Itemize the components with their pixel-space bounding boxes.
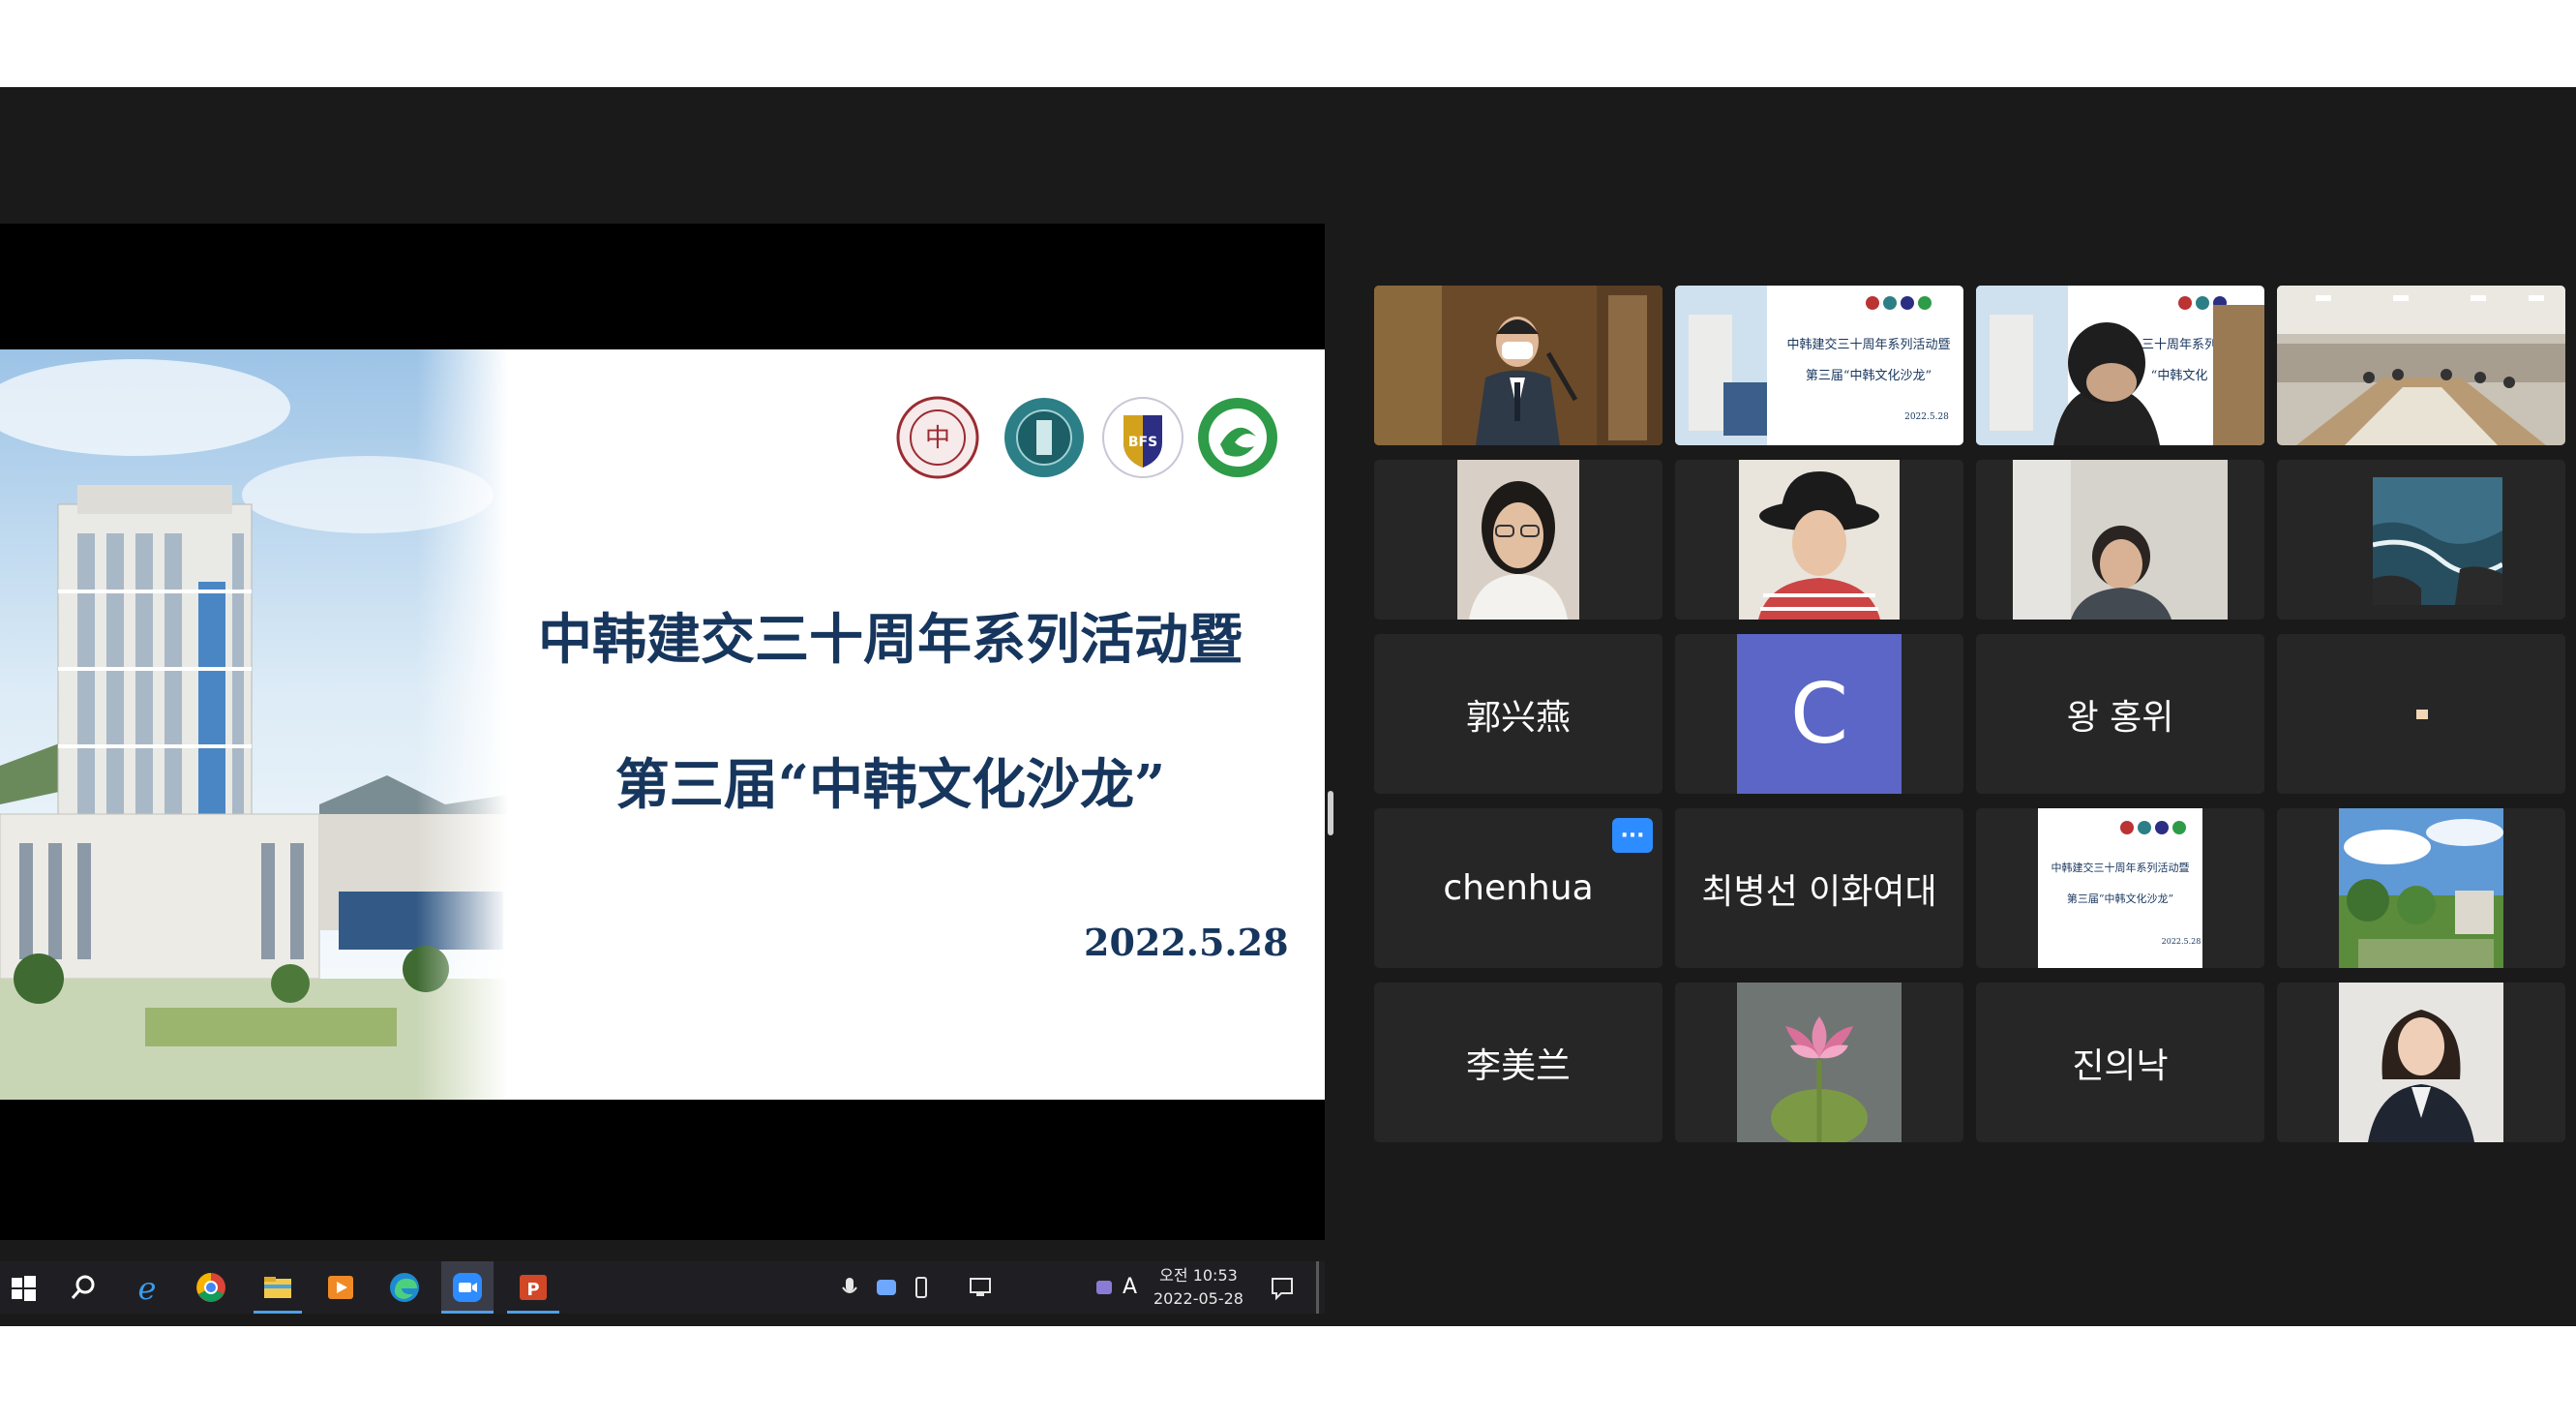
participant-tile[interactable] (2277, 634, 2565, 794)
slide-thumbnail: 中韩建交三十周年系列活动暨 第三届“中韩文化沙龙” 2022.5.28 (1976, 808, 2264, 968)
university-building-photo (0, 349, 508, 1100)
zoom-task[interactable] (441, 1261, 494, 1314)
participant-tile[interactable]: 中韩建交三十周年系列活动暨 第三届“中韩文化沙龙” 2022.5.28 (1976, 808, 2264, 968)
avatar-letter: C (1789, 665, 1849, 763)
more-options-button[interactable]: ··· (1612, 818, 1653, 853)
chrome-icon[interactable] (194, 1270, 228, 1305)
woman-blurred-video (1976, 460, 2264, 620)
campus-picture (2277, 808, 2565, 968)
search-icon[interactable] (66, 1270, 101, 1305)
participant-tile[interactable] (2277, 286, 2565, 445)
participant-name: 진의낙 (2072, 1045, 2169, 1086)
splitter-handle[interactable] (1328, 791, 1333, 835)
slide-share-video: 中韩建交三十周年系列活动暨 第三届“中韩文化沙龙” 2022.5.28 (1675, 286, 1963, 445)
svg-text:中: 中 (925, 424, 950, 453)
university-logo-2-icon (1004, 398, 1084, 477)
woman-hat-video (1675, 460, 1963, 620)
thumb-line-1: 中韩建交三十周年系列活动暨 (1786, 337, 1950, 352)
microphone-icon[interactable] (838, 1270, 861, 1305)
svg-text:BFS: BFS (1128, 435, 1157, 450)
participant-tile[interactable]: 三十周年系列 “中韩文化 (1976, 286, 2264, 445)
clock-date: 2022-05-28 (1153, 1289, 1243, 1308)
file-explorer-task[interactable] (254, 1261, 302, 1314)
zoom-tray-icon[interactable] (875, 1270, 898, 1305)
thumb-line-2: 第三届“中韩文化沙龙” (2067, 892, 2173, 905)
zoom-icon (453, 1273, 482, 1302)
speaker-video (1374, 286, 1662, 445)
participant-tile[interactable]: C (1675, 634, 1963, 794)
woman-glasses-video (1374, 460, 1662, 620)
windows-taskbar: e P A 오전 10:53 2022-05-28 (0, 1261, 1325, 1314)
powerpoint-task[interactable]: P (507, 1261, 559, 1314)
media-player-icon[interactable] (323, 1270, 358, 1305)
green-swirl-logo-icon (1198, 398, 1277, 477)
ocean-rocks-picture (2277, 460, 2565, 620)
participant-tile[interactable]: 왕 홍위 (1976, 634, 2264, 794)
participant-tile[interactable] (1374, 286, 1662, 445)
notification-center-icon[interactable] (1268, 1270, 1297, 1305)
slide-title-line-2: 第三届“中韩文化沙龙” (614, 753, 1166, 817)
svg-text:e: e (138, 1270, 157, 1305)
show-desktop-button[interactable] (1316, 1261, 1319, 1314)
participant-tile[interactable] (1675, 983, 1963, 1142)
zoom-meeting-window: 中 BFS 中韩建交三十周年系列活动暨 第三届“中韩文化沙龙” 2022.5.2… (0, 87, 2576, 1326)
participant-tile[interactable] (1976, 460, 2264, 620)
university-logo-1-icon: 中 (896, 396, 979, 479)
powerpoint-icon: P (520, 1275, 547, 1300)
windows-start-icon[interactable] (6, 1270, 41, 1305)
thumb-line-2: 第三届“中韩文化沙龙” (1806, 369, 1932, 383)
participant-avatar: C (1737, 634, 1902, 794)
network-icon[interactable] (968, 1270, 995, 1305)
taskbar-clock[interactable]: 오전 10:53 2022-05-28 (1153, 1264, 1243, 1311)
lotus-picture (1675, 983, 1963, 1142)
woman-portrait-picture (2277, 983, 2565, 1142)
input-method-indicator[interactable]: A (1123, 1275, 1137, 1299)
running-indicator (507, 1311, 559, 1314)
participant-name: 왕 홍위 (2066, 697, 2174, 738)
participant-tile[interactable]: 李美兰 (1374, 983, 1662, 1142)
file-explorer-icon (264, 1277, 291, 1298)
participant-tile[interactable]: chenhua ··· (1374, 808, 1662, 968)
thumb-line-2: “中韩文化 (2151, 369, 2208, 383)
participant-tile[interactable]: 최병선 이화여대 (1675, 808, 1963, 968)
participant-tile[interactable] (2277, 983, 2565, 1142)
participant-name: 郭兴燕 (1465, 697, 1571, 738)
clock-time: 오전 10:53 (1159, 1266, 1238, 1285)
thumb-line-1: 中韩建交三十周年系列活动暨 (2052, 861, 2190, 874)
participant-tile[interactable]: 郭兴燕 (1374, 634, 1662, 794)
participant-tile[interactable] (2277, 460, 2565, 620)
presentation-slide: 中 BFS 中韩建交三十周年系列活动暨 第三届“中韩文化沙龙” 2022.5.2… (0, 349, 1325, 1100)
thumb-line-1: 三十周年系列 (2142, 338, 2217, 352)
shared-screen: 中 BFS 中韩建交三十周年系列活动暨 第三届“中韩文化沙龙” 2022.5.2… (0, 224, 1325, 1314)
edge-icon[interactable] (387, 1270, 422, 1305)
running-indicator (441, 1311, 494, 1314)
participant-name: 최병선 이화여대 (1701, 871, 1937, 912)
conference-room-video (2277, 286, 2565, 445)
participant-tile[interactable]: 진의낙 (1976, 983, 2264, 1142)
slide-person-video: 三十周年系列 “中韩文化 (1976, 286, 2264, 445)
bfs-shield-logo-icon: BFS (1102, 397, 1183, 478)
participant-tile[interactable]: 中韩建交三十周年系列活动暨 第三届“中韩文化沙龙” 2022.5.28 (1675, 286, 1963, 445)
participant-tile[interactable] (1675, 460, 1963, 620)
internet-explorer-icon[interactable]: e (130, 1270, 165, 1305)
participant-name: 李美兰 (1465, 1045, 1571, 1086)
svg-text:P: P (526, 1280, 539, 1300)
thumb-date: 2022.5.28 (1904, 412, 1949, 422)
usb-icon[interactable] (910, 1270, 933, 1305)
participant-tile[interactable] (2277, 808, 2565, 968)
slide-date: 2022.5.28 (1084, 921, 1289, 964)
tiny-video (2277, 634, 2565, 794)
slide-title-line-1: 中韩建交三十周年系列活动暨 (538, 608, 1243, 672)
running-indicator (254, 1311, 302, 1314)
thumb-date: 2022.5.28 (2162, 937, 2202, 946)
security-icon[interactable] (1093, 1270, 1115, 1305)
participant-tile[interactable] (1374, 460, 1662, 620)
